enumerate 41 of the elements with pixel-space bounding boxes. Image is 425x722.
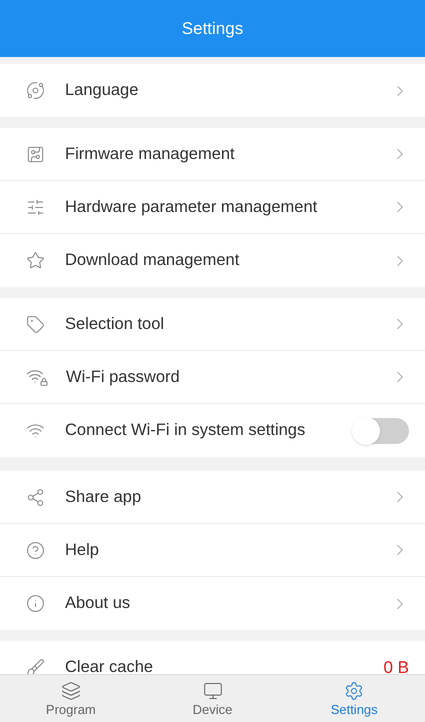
row-label: Share app [65,486,142,508]
row-label: Language [65,80,140,102]
row-label: Wi-Fi password [66,366,181,388]
monitor-icon [202,681,222,701]
settings-row[interactable]: Share app [0,471,425,524]
row-label: Download management [65,250,240,272]
tab[interactable]: Program [0,675,142,722]
layers-icon [60,681,81,701]
tag-icon [26,314,45,334]
info-icon [26,594,45,613]
help-icon [26,540,45,560]
row-label: About us [65,593,132,614]
settings-icon [344,681,364,701]
star-icon [26,251,45,270]
settings-row[interactable]: Clear cache 0 B [0,641,425,674]
header-title: Settings [182,18,244,40]
settings-row[interactable]: Firmware management [0,128,425,181]
cache-size: 0 B [383,656,409,674]
row-label: Connect Wi-Fi in system settings [65,420,306,442]
row-label: Hardware parameter management [65,196,318,218]
row-label: Help [65,540,100,561]
wifi-lock-icon [26,367,46,387]
settings-row[interactable]: Help [0,524,425,577]
tab[interactable]: Settings [283,675,425,722]
row-label: Firmware management [65,144,236,165]
settings-row[interactable]: Download management [0,234,425,287]
tab[interactable]: Device [142,675,284,722]
settings-row[interactable]: Selection tool [0,298,425,351]
row-label: Clear cache [65,657,154,674]
share-icon [26,488,45,506]
row-label: Selection tool [65,314,166,335]
settings-row[interactable]: Wi-Fi password [0,351,425,404]
sliders-icon [26,198,45,216]
brush-icon [26,658,45,674]
settings-row[interactable]: About us [0,577,425,630]
circuit-board-icon [26,144,45,164]
toggle-switch[interactable] [353,418,409,444]
settings-row[interactable]: Connect Wi-Fi in system settings [0,404,425,457]
settings-row[interactable]: Hardware parameter management [0,181,425,234]
settings-row[interactable]: Language [0,64,425,117]
planet-icon [26,81,45,100]
